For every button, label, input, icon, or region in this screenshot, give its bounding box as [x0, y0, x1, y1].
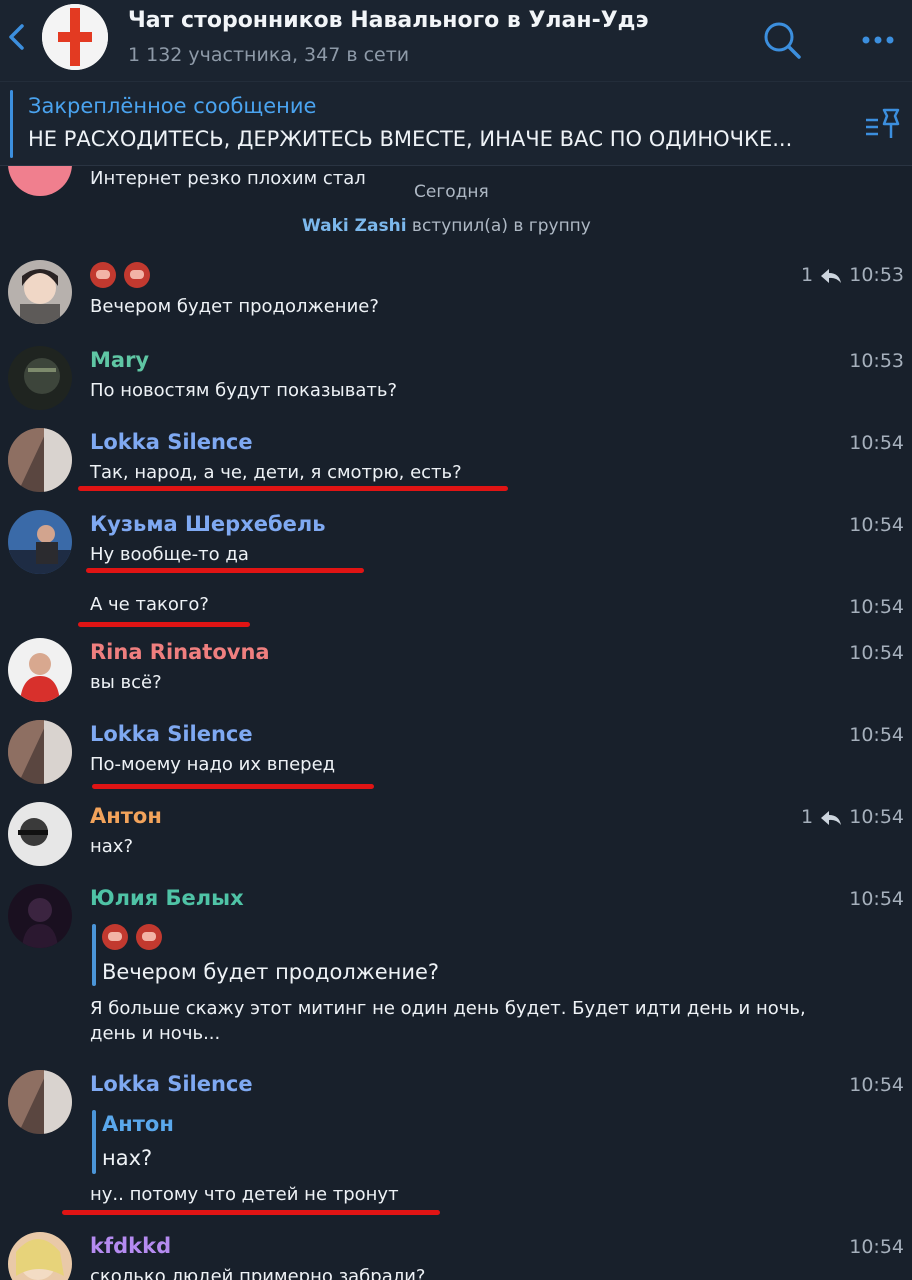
message-text: Ну вообще-то да [90, 544, 249, 565]
message-text: По-моему надо их вперед [90, 754, 336, 775]
reply-icon[interactable] [819, 809, 843, 827]
pinned-accent-bar [10, 90, 13, 158]
chat-subtitle: 1 132 участника, 347 в сети [128, 44, 410, 66]
message-text: Вечером будет продолжение? [90, 296, 379, 317]
reply-count: 1 [801, 806, 814, 828]
pinned-text: НЕ РАСХОДИТЕСЬ, ДЕРЖИТЕСЬ ВМЕСТЕ, ИНАЧЕ … [28, 127, 793, 151]
message-list[interactable]: Интернет резко плохим стал Сегодня Waki … [0, 166, 912, 1280]
group-avatar[interactable] [42, 4, 108, 70]
message-time: 10:54 [849, 888, 904, 910]
avatar[interactable] [8, 802, 72, 866]
sender-emoji-name[interactable] [90, 262, 158, 293]
message-text: ну.. потому что детей не тронут [90, 1184, 399, 1205]
date-separator: Сегодня [414, 182, 489, 202]
red-underline [78, 622, 250, 627]
message-text: А че такого? [90, 594, 209, 615]
avatar[interactable] [8, 884, 72, 948]
pinned-title: Закреплённое сообщение [28, 94, 317, 118]
avatar[interactable] [8, 428, 72, 492]
avatar[interactable] [8, 720, 72, 784]
message-time: 10:54 [849, 514, 904, 536]
avatar[interactable] [8, 260, 72, 324]
join-notice: Waki Zashi вступил(а) в группу [302, 216, 591, 236]
avatar[interactable] [8, 1070, 72, 1134]
message-text: сколько людей примерно забрали? [90, 1266, 426, 1280]
quote-sender[interactable]: Антон [102, 1112, 174, 1136]
previous-message-text: Интернет резко плохим стал [90, 168, 366, 189]
chat-title[interactable]: Чат сторонников Навального в Улан-Удэ [128, 8, 648, 33]
message-text: По новостям будут показывать? [90, 380, 397, 401]
sender-name[interactable]: Rina Rinatovna [90, 640, 270, 664]
message-time: 10:54 [849, 596, 904, 618]
message-time: 10:54 [849, 724, 904, 746]
group-logo-icon [42, 4, 108, 70]
sender-name[interactable]: Lokka Silence [90, 1072, 253, 1096]
reply-count: 1 [801, 264, 814, 286]
red-underline [92, 784, 374, 789]
message-time: 10:54 [849, 642, 904, 664]
sender-name[interactable]: kfdkkd [90, 1234, 171, 1258]
quote-text: нах? [102, 1146, 153, 1170]
reply-quote-bar [92, 924, 96, 986]
red-underline [78, 486, 508, 491]
search-icon[interactable] [760, 18, 804, 62]
message-time: 10:54 [849, 1236, 904, 1258]
message-time: 1 10:53 [801, 264, 904, 286]
quote-sender[interactable] [102, 924, 170, 955]
pinned-message[interactable]: Закреплённое сообщение НЕ РАСХОДИТЕСЬ, Д… [0, 82, 912, 166]
pinned-list-icon[interactable] [864, 104, 904, 144]
message-time: 10:54 [849, 432, 904, 454]
sender-name[interactable]: Lokka Silence [90, 722, 253, 746]
chevron-left-icon[interactable] [4, 20, 30, 54]
message-text: нах? [90, 836, 134, 857]
avatar[interactable] [8, 346, 72, 410]
message-text: вы всё? [90, 672, 162, 693]
message-time: 1 10:54 [801, 806, 904, 828]
message-text: Так, народ, а че, дети, я смотрю, есть? [90, 462, 462, 483]
sender-name[interactable]: Lokka Silence [90, 430, 253, 454]
join-text: вступил(а) в группу [411, 216, 591, 236]
message-time: 10:53 [849, 350, 904, 372]
red-underline [86, 568, 364, 573]
message-text: Я больше скажу этот митинг не один день … [90, 998, 806, 1044]
sender-name[interactable]: Антон [90, 804, 162, 828]
sender-name[interactable]: Кузьма Шерхебель [90, 512, 326, 536]
join-user-name[interactable]: Waki Zashi [302, 216, 407, 236]
avatar[interactable] [8, 638, 72, 702]
reply-quote-bar [92, 1110, 96, 1174]
reply-icon[interactable] [819, 267, 843, 285]
devil-emoji-icon [102, 924, 128, 950]
sender-name[interactable]: Mary [90, 348, 149, 372]
avatar[interactable] [8, 1232, 72, 1280]
message-time: 10:54 [849, 1074, 904, 1096]
avatar[interactable] [8, 166, 72, 196]
quote-text: Вечером будет продолжение? [102, 960, 440, 984]
chat-header: Чат сторонников Навального в Улан-Удэ 1 … [0, 0, 912, 82]
message-time-label: 10:54 [849, 806, 904, 828]
red-underline [62, 1210, 440, 1215]
devil-emoji-icon [90, 262, 116, 288]
devil-emoji-icon [124, 262, 150, 288]
sender-name[interactable]: Юлия Белых [90, 886, 244, 910]
more-icon[interactable] [858, 18, 902, 62]
devil-emoji-icon [136, 924, 162, 950]
message-time-label: 10:53 [849, 264, 904, 286]
avatar[interactable] [8, 510, 72, 574]
